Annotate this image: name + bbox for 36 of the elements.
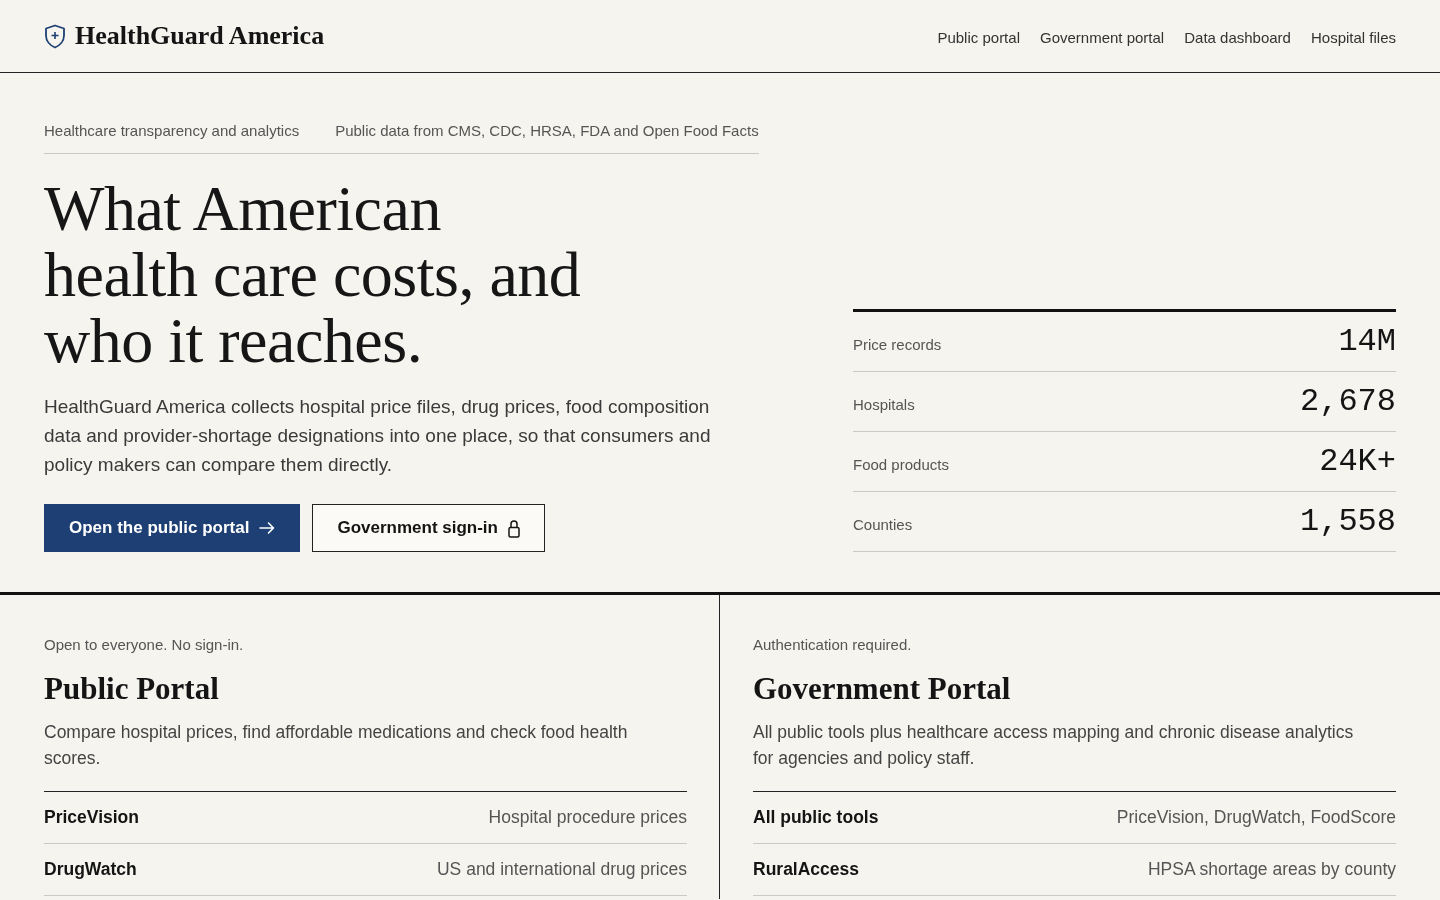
nav-link[interactable]: Hospital files xyxy=(1310,29,1396,46)
headline: What American health care costs, and who it reaches. xyxy=(44,176,582,374)
portal-description: Compare hospital prices, find affordable medications and check food health scores. xyxy=(44,721,629,770)
tool-name: All public tools xyxy=(753,807,879,828)
stat-label: Counties xyxy=(853,516,913,533)
tool-name: PriceVision xyxy=(44,807,139,828)
intro-paragraph: HealthGuard America collects hospital price files, drug prices, food composition data and provider-shortage designations into one place, so that consumers and policy makers can compare them directly. xyxy=(44,395,712,477)
stat-label: Price records xyxy=(853,336,942,353)
nav-link[interactable]: Government portal xyxy=(1039,29,1165,46)
tool-description: Hospital procedure prices xyxy=(488,807,687,828)
portal-note: Open to everyone. No sign-in. xyxy=(44,635,245,655)
arrow-right-icon xyxy=(259,522,276,534)
nav-link[interactable]: Public portal xyxy=(937,29,1020,46)
portal-title: Government Portal xyxy=(753,670,1012,708)
stat-value: 14M xyxy=(1338,322,1396,362)
nav-link[interactable]: Data dashboard xyxy=(1184,29,1291,46)
portal-title: Public Portal xyxy=(44,670,220,708)
portal-note: Authentication required. xyxy=(753,635,913,655)
primary-button[interactable]: Open the public portal xyxy=(44,504,301,552)
eyebrow-text: Public data from CMS, CDC, HRSA, FDA and Open Food Facts xyxy=(335,121,759,141)
brand-name[interactable]: HealthGuard America xyxy=(75,21,325,51)
portal-description: All public tools plus healthcare access mapping and chronic disease analytics for agencies and policy staff. xyxy=(753,721,1355,770)
tool-name: DrugWatch xyxy=(44,859,137,880)
eyebrow-text: Healthcare transparency and analytics xyxy=(44,121,300,141)
stat-value: 2,678 xyxy=(1300,382,1396,422)
lock-icon xyxy=(508,518,520,538)
stat-value: 1,558 xyxy=(1300,502,1396,542)
tool-description: PriceVision, DrugWatch, FoodScore xyxy=(1116,807,1396,828)
stat-value: 24K+ xyxy=(1319,442,1396,482)
shield-icon xyxy=(44,23,66,49)
tool-description: US and international drug prices xyxy=(437,859,687,880)
outline-button[interactable]: Government sign-in xyxy=(312,504,545,552)
tool-name: RuralAccess xyxy=(753,859,860,880)
stat-label: Food products xyxy=(853,456,949,473)
tool-description: HPSA shortage areas by county xyxy=(1147,859,1396,880)
stat-label: Hospitals xyxy=(853,396,915,413)
